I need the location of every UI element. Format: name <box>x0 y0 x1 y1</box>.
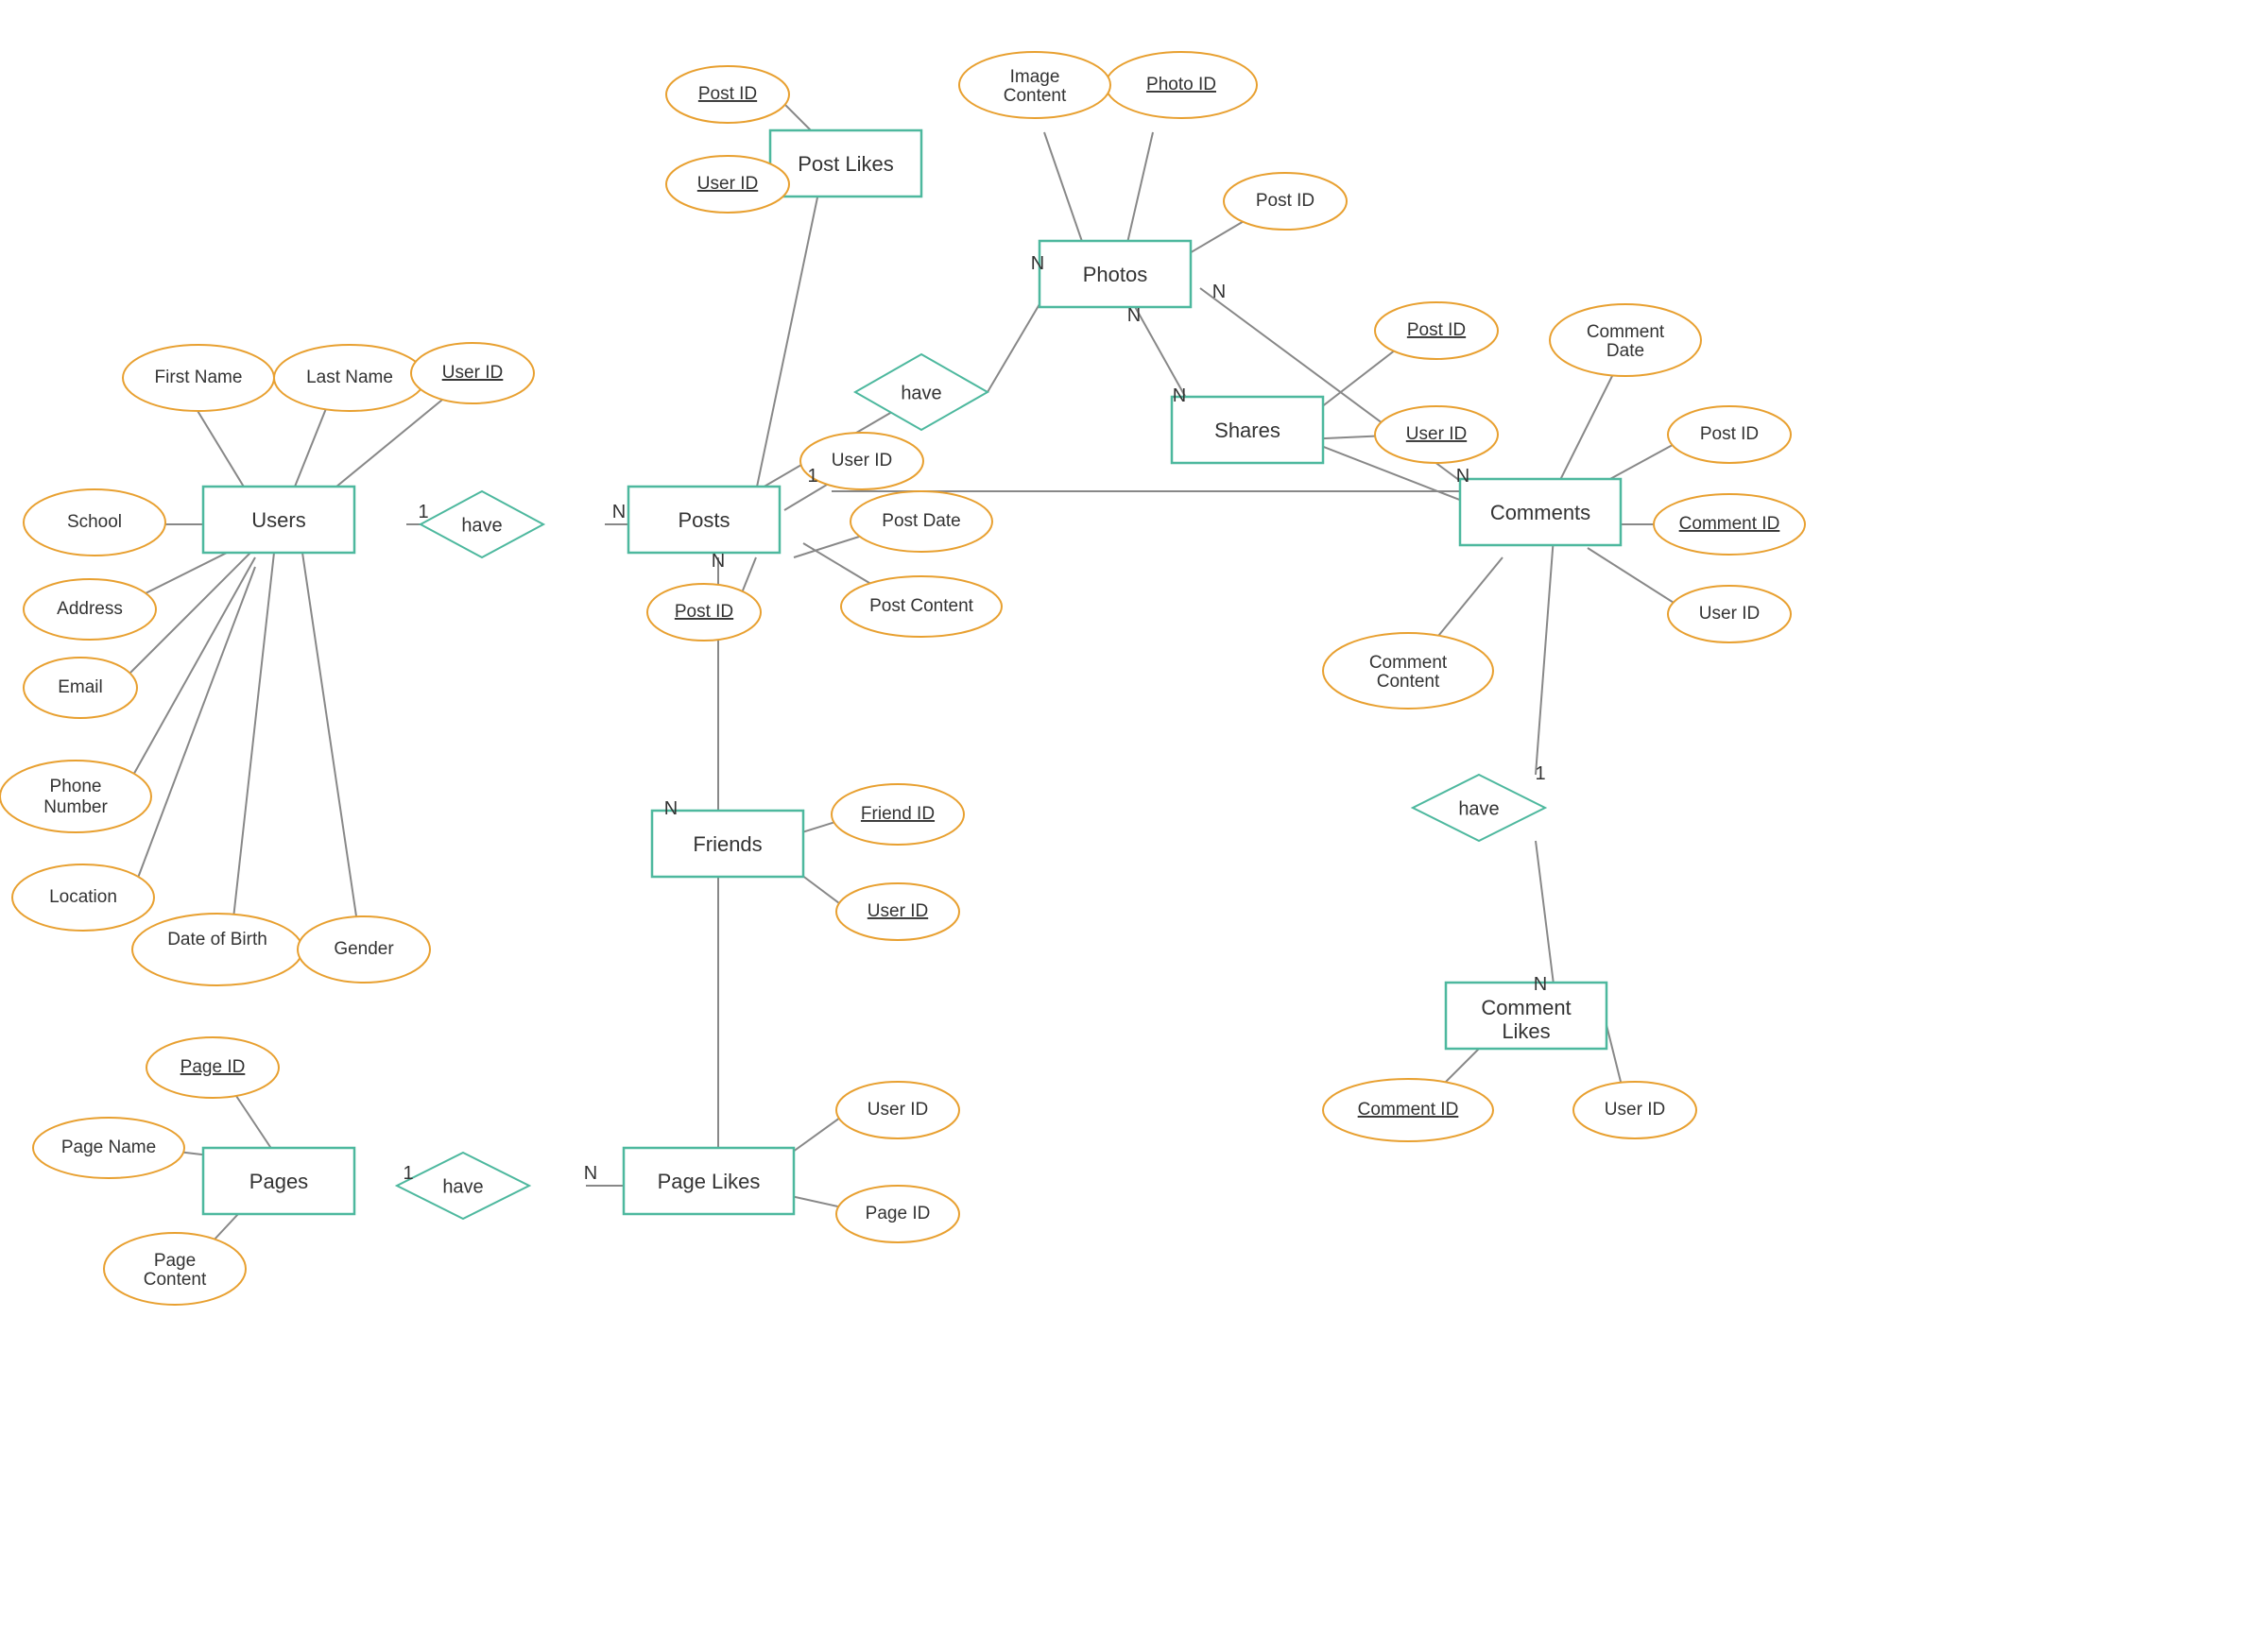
card-commentlikes-n: N <box>1534 974 1547 995</box>
attr-postdate-text: Post Date <box>882 511 960 531</box>
attr-pageid-pl-text: Page ID <box>866 1204 931 1223</box>
attr-friendid-text: Friend ID <box>861 804 935 824</box>
attr-userid-shares-text: User ID <box>1406 424 1467 444</box>
entity-users-label: Users <box>251 508 305 532</box>
attr-userid-cl-text: User ID <box>1605 1100 1665 1120</box>
entity-page-likes-label: Page Likes <box>658 1170 761 1193</box>
attr-phone-text2: Number <box>43 797 108 817</box>
attr-postid-pl-text: Post ID <box>698 84 757 104</box>
card-have-posts: N <box>612 502 626 522</box>
rel-users-posts-label: have <box>461 515 502 536</box>
attr-pagecontent-text2: Content <box>144 1270 207 1290</box>
attr-userid-plikes-text: User ID <box>697 174 758 194</box>
attr-postid-photos-text: Post ID <box>1256 191 1314 211</box>
attr-userid-users-text: User ID <box>442 363 503 383</box>
attr-commentcontent-text1: Comment <box>1369 653 1448 673</box>
card-photos-shares-n1: N <box>1127 305 1141 326</box>
attr-commentcontent-text2: Content <box>1377 672 1440 692</box>
card-photos-shares-n2: N <box>1173 385 1186 406</box>
diagram-svg: .entity-rect { fill: #fff; stroke: #4db8… <box>0 0 2268 1625</box>
card-friends-n: N <box>664 798 678 819</box>
attr-postid-posts-text: Post ID <box>675 602 733 622</box>
attr-pagename-text: Page Name <box>61 1138 156 1157</box>
entity-posts-label: Posts <box>678 508 730 532</box>
entity-pages-label: Pages <box>249 1170 308 1193</box>
entity-friends-label: Friends <box>693 832 762 856</box>
card-havephotos-photos: N <box>1031 253 1044 274</box>
attr-pagecontent-text1: Page <box>154 1251 196 1271</box>
rel-posts-photos-label: have <box>901 383 941 403</box>
rel-comments-commentlikes-label: have <box>1458 798 1499 819</box>
card-users-have: 1 <box>418 502 428 522</box>
entity-comment-likes-label: Comment <box>1481 996 1571 1019</box>
card-posts-havephotos: 1 <box>807 466 817 487</box>
attr-school-text: School <box>67 512 122 532</box>
attr-userid-friends-text: User ID <box>868 901 928 921</box>
attr-postid-shares-text: Post ID <box>1407 320 1466 340</box>
entity-comments-label: Comments <box>1490 501 1590 524</box>
entity-comment-likes-label2: Likes <box>1502 1019 1550 1043</box>
rel-pages-pagelikes-label: have <box>442 1176 483 1197</box>
attr-userid-comments-text: User ID <box>1699 604 1760 624</box>
entity-photos-label: Photos <box>1083 263 1148 286</box>
attr-phone-text1: Phone <box>50 777 102 796</box>
card-pagelikes-n: N <box>584 1163 597 1184</box>
attr-commentid-text: Comment ID <box>1679 514 1780 534</box>
attr-firstname-text: First Name <box>155 368 243 387</box>
attr-commentid-cl-text: Comment ID <box>1358 1100 1459 1120</box>
attr-userid-pl-text: User ID <box>868 1100 928 1120</box>
attr-address-text: Address <box>57 599 123 619</box>
card-comments-n: N <box>1456 466 1469 487</box>
attr-commentdate-text2: Date <box>1606 341 1644 361</box>
entity-shares-label: Shares <box>1214 419 1280 442</box>
attr-commentdate-text1: Comment <box>1587 322 1665 342</box>
attr-imagecontent-text2: Content <box>1004 86 1067 106</box>
attr-email-text: Email <box>58 677 103 697</box>
card-photos-comments-n: N <box>1212 282 1226 302</box>
attr-dob-text1: Date of Birth <box>167 930 267 949</box>
er-diagram: .entity-rect { fill: #fff; stroke: #4db8… <box>0 0 2268 1625</box>
card-posts-friends-n: N <box>712 551 725 572</box>
attr-location-text: Location <box>49 887 117 907</box>
card-pages-1: 1 <box>403 1163 413 1184</box>
attr-lastname-text: Last Name <box>306 368 393 387</box>
entity-post-likes-label: Post Likes <box>798 152 894 176</box>
attr-postcontent-text: Post Content <box>869 596 974 616</box>
attr-photoid-text: Photo ID <box>1146 75 1216 94</box>
card-comments-have-1: 1 <box>1535 763 1545 784</box>
attr-userid-posts-text: User ID <box>832 451 892 470</box>
attr-postid-comments-text: Post ID <box>1700 424 1759 444</box>
attr-gender-text: Gender <box>334 939 394 959</box>
attr-imagecontent-text1: Image <box>1010 67 1060 87</box>
attr-pageid-text: Page ID <box>180 1057 246 1077</box>
